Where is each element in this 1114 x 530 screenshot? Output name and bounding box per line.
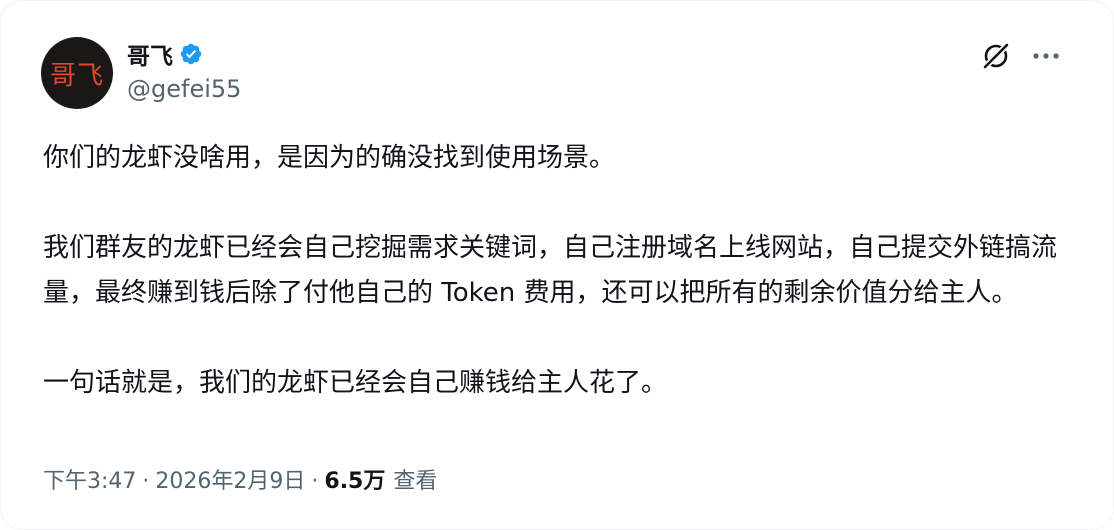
meta-separator: · xyxy=(142,469,150,494)
tweet-paragraph: 你们的龙虾没啥用，是因为的确没找到使用场景。 xyxy=(43,143,616,173)
tweet-card: 哥飞 哥飞 @gefei55 你们的龙虾没啥用，是因为的确没找到使用场景。 我们… xyxy=(0,0,1114,530)
tweet-meta: 下午3:47 · 2026年2月9日 · 6.5万 查看 xyxy=(43,463,437,495)
avatar[interactable]: 哥飞 xyxy=(41,37,113,109)
tweet-paragraph: 我们群友的龙虾已经会自己挖掘需求关键词，自己注册域名上线网站，自己提交外链搞流量… xyxy=(43,233,1058,308)
verified-icon xyxy=(179,42,203,66)
more-options-icon[interactable] xyxy=(1031,41,1061,71)
author-name-row: 哥飞 xyxy=(127,37,203,71)
author-handle[interactable]: @gefei55 xyxy=(127,75,241,103)
author-display-name[interactable]: 哥飞 xyxy=(127,37,173,71)
tweet-paragraph: 一句话就是，我们的龙虾已经会自己赚钱给主人花了。 xyxy=(43,368,668,398)
tweet-date[interactable]: 2026年2月9日 xyxy=(155,463,305,495)
tweet-time[interactable]: 下午3:47 xyxy=(43,463,136,495)
tweet-text: 你们的龙虾没啥用，是因为的确没找到使用场景。 我们群友的龙虾已经会自己挖掘需求关… xyxy=(43,136,1073,406)
views-count[interactable]: 6.5万 xyxy=(324,463,385,495)
meta-separator: · xyxy=(311,469,319,494)
views-label[interactable]: 查看 xyxy=(393,463,437,495)
avatar-text: 哥飞 xyxy=(49,60,104,91)
grok-icon[interactable] xyxy=(979,39,1013,73)
